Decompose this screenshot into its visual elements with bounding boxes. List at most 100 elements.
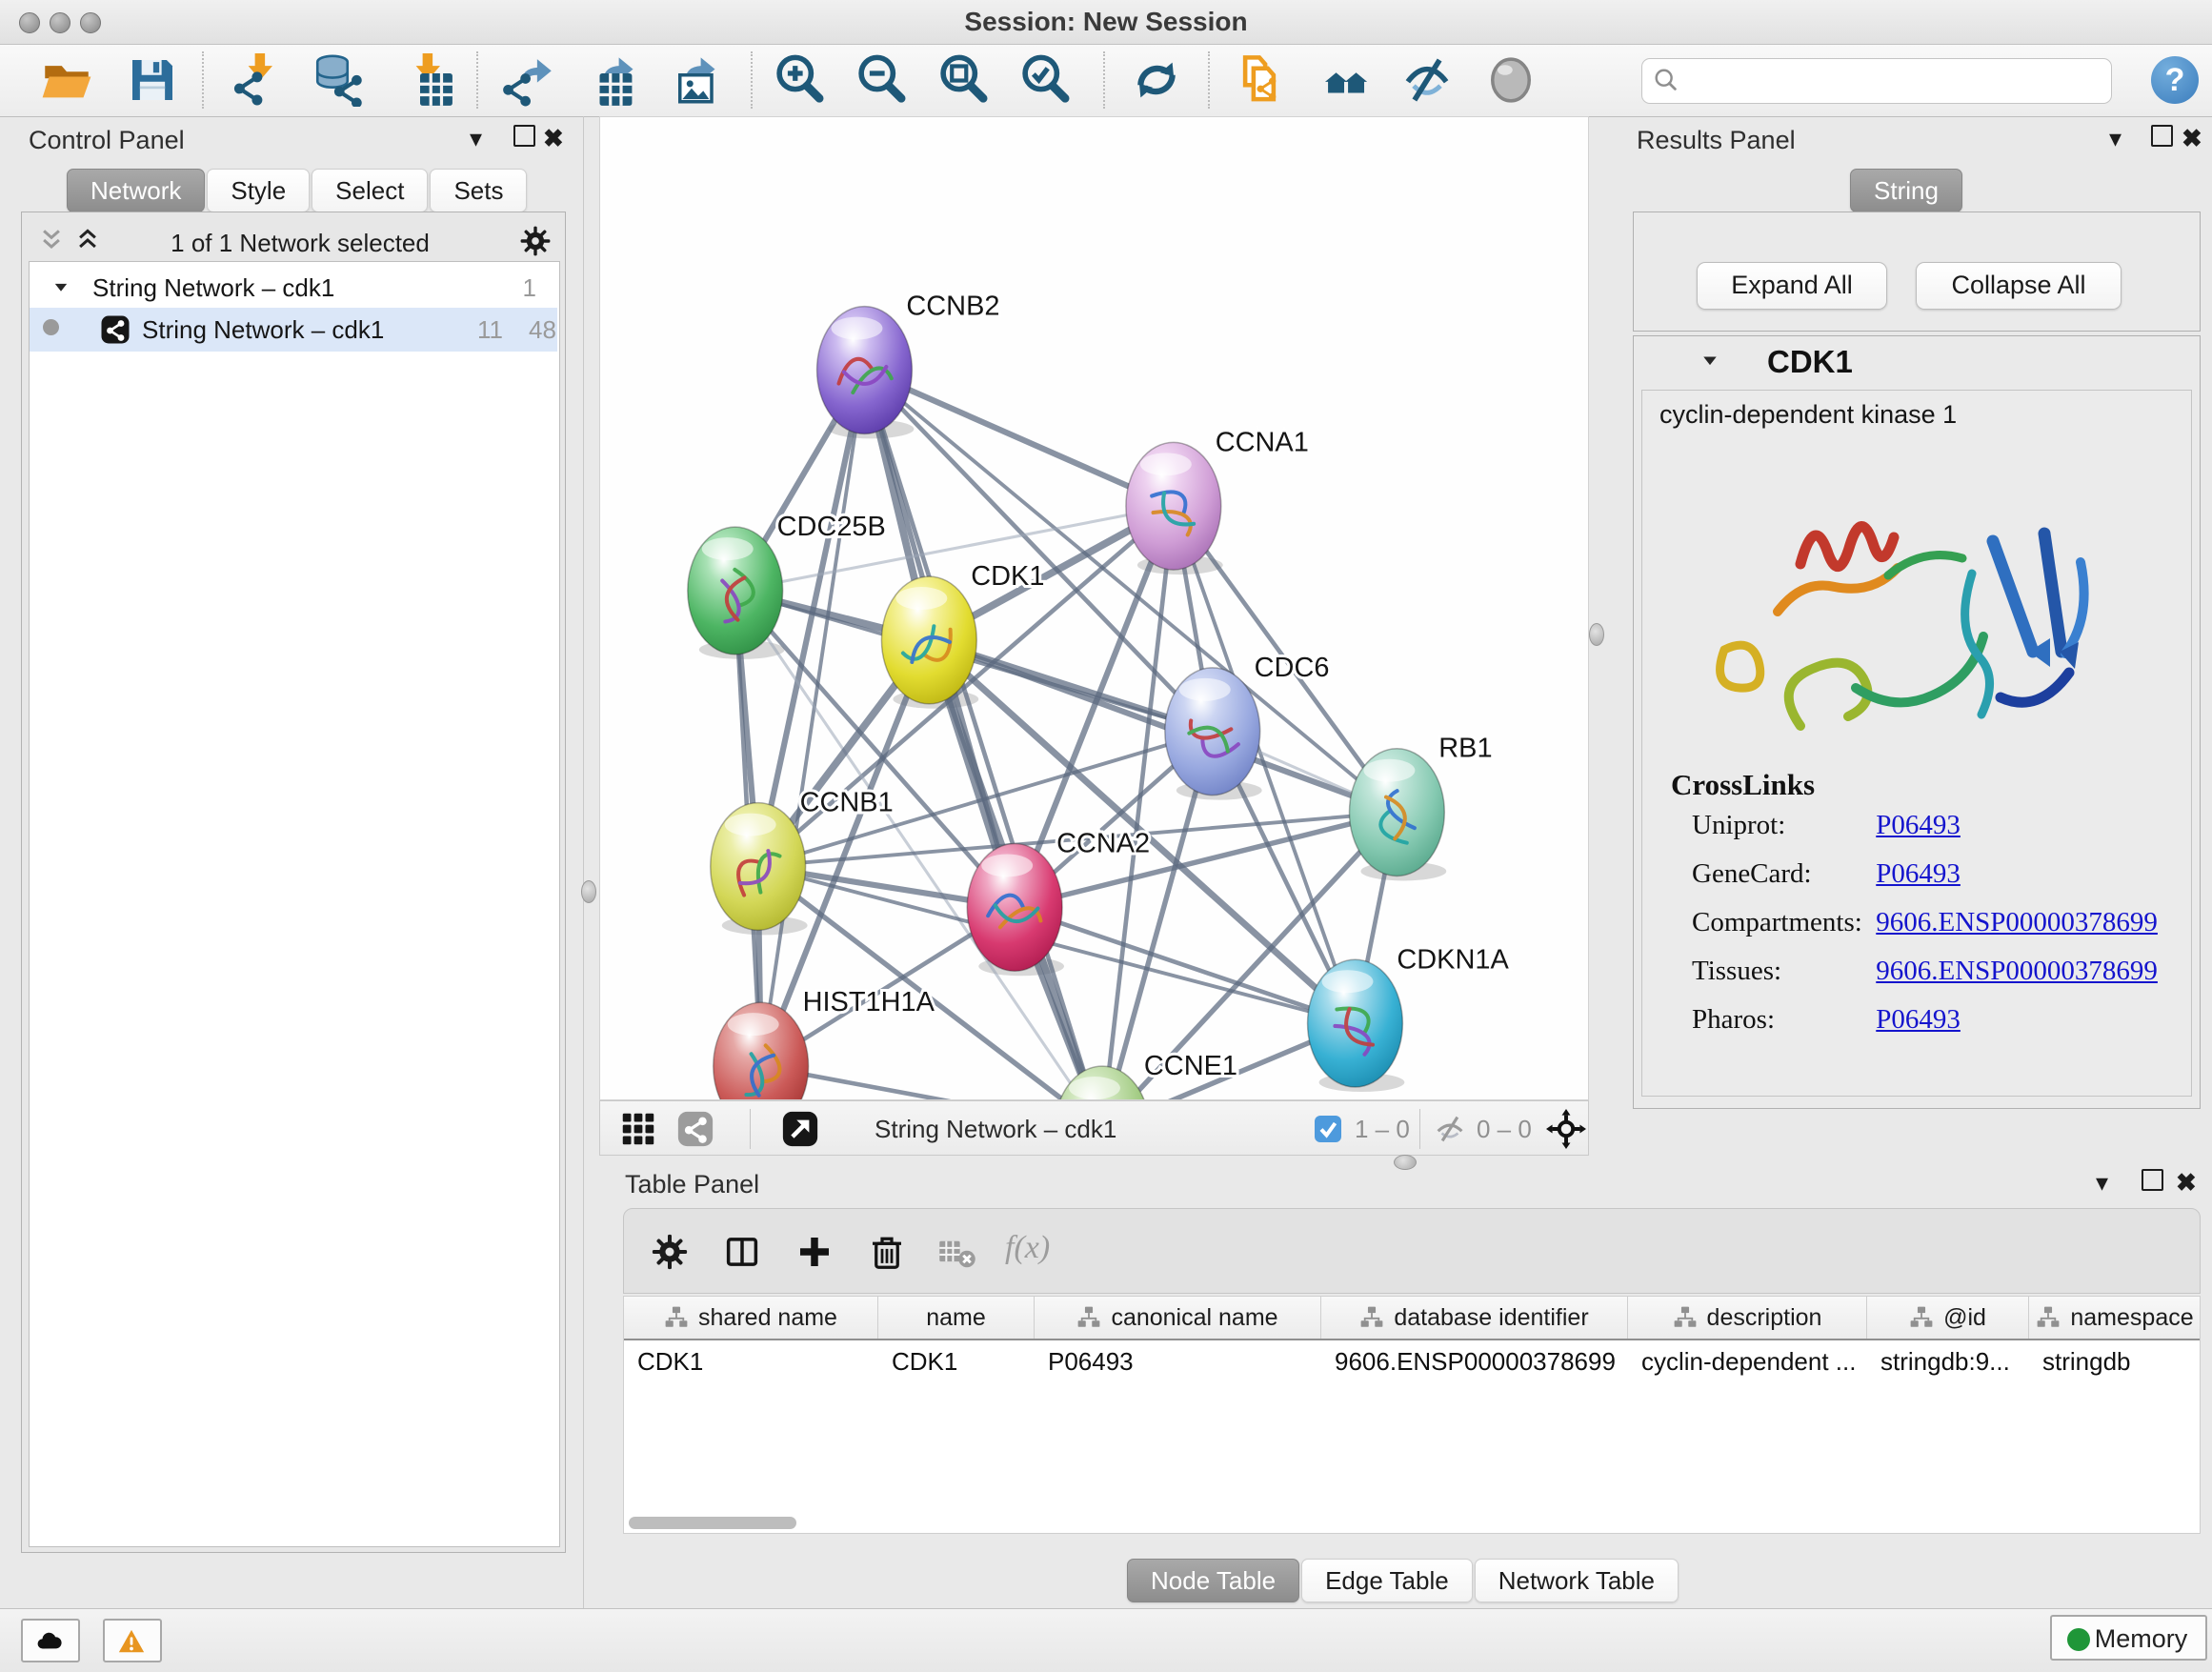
control-panel-menu-icon[interactable]: ▾ (470, 124, 482, 152)
toolbar-separator (202, 51, 204, 109)
results-panel-close-icon[interactable]: ✖ (2182, 124, 2202, 152)
network-graph[interactable]: CCNB2 CCNA1 CDC25B CDK1 (600, 117, 1588, 1099)
cloud-button[interactable] (21, 1619, 80, 1662)
show-column-button[interactable] (723, 1233, 761, 1271)
divider (1419, 1109, 1420, 1149)
cell[interactable]: cyclin-dependent ... (1628, 1340, 1867, 1382)
hide-all-panels-button[interactable] (1400, 53, 1454, 107)
network-options-gear-icon[interactable] (519, 225, 552, 257)
tab-string[interactable]: String (1850, 169, 1962, 212)
column-header-description[interactable]: description (1628, 1297, 1867, 1339)
clone-network-button[interactable] (1233, 53, 1286, 107)
cell[interactable]: CDK1 (878, 1340, 1035, 1382)
crosslink-label: Tissues: (1692, 956, 1869, 987)
export-table-button[interactable] (583, 53, 636, 107)
crosslink-value-link[interactable]: P06493 (1876, 810, 1961, 840)
cell[interactable]: 9606.ENSP00000378699 (1321, 1340, 1628, 1382)
detach-view-icon[interactable] (781, 1110, 819, 1148)
table-panel-float-icon[interactable] (2142, 1168, 2163, 1197)
export-image-button[interactable] (665, 53, 718, 107)
table-panel-menu-icon[interactable]: ▾ (2096, 1168, 2108, 1197)
import-table-from-file-button[interactable] (400, 53, 453, 107)
vertical-splitter-handle[interactable] (1589, 623, 1604, 646)
zoom-fit-content-button[interactable] (937, 53, 991, 107)
column-header-canonical-name[interactable]: canonical name (1035, 1297, 1321, 1339)
cell[interactable]: stringdb (2029, 1340, 2201, 1382)
collapse-all-networks-icon[interactable] (38, 227, 65, 253)
expand-all-networks-icon[interactable] (74, 227, 101, 253)
network-collection-row[interactable]: String Network – cdk1 1 (30, 268, 557, 308)
selected-items-checkbox-icon[interactable] (1313, 1114, 1343, 1144)
memory-button[interactable]: Memory (2050, 1615, 2207, 1661)
help-button[interactable]: ? (2151, 56, 2199, 104)
apply-preferred-layout-button[interactable] (1130, 53, 1183, 107)
table-tabs: Node TableEdge TableNetwork Table (1127, 1559, 1680, 1602)
zoom-selected-button[interactable] (1019, 53, 1073, 107)
table-horizontal-scrollbar[interactable] (629, 1517, 796, 1529)
save-session-button[interactable] (126, 53, 179, 107)
cell[interactable]: CDK1 (624, 1340, 878, 1382)
delete-table-button[interactable] (938, 1233, 976, 1271)
tab-edge-table[interactable]: Edge Table (1301, 1559, 1473, 1602)
tab-style[interactable]: Style (207, 169, 310, 212)
zoom-in-button[interactable] (774, 53, 827, 107)
gene-description: cyclin-dependent kinase 1 (1659, 400, 1957, 430)
control-panel-close-icon[interactable]: ✖ (543, 124, 564, 152)
import-network-from-database-button[interactable] (312, 53, 366, 107)
gene-section-caret-icon[interactable] (1699, 350, 1721, 373)
zoom-out-button[interactable] (855, 53, 909, 107)
network-canvas[interactable]: CCNB2 CCNA1 CDC25B CDK1 (599, 116, 1589, 1100)
crosslink-row: Pharos: P06493 (1692, 1004, 2168, 1036)
hidden-items-icon[interactable] (1433, 1112, 1467, 1146)
cell[interactable]: P06493 (1035, 1340, 1321, 1382)
show-starter-panel-button[interactable] (1318, 53, 1372, 107)
tab-sets[interactable]: Sets (430, 169, 527, 212)
results-panel-float-icon[interactable] (2151, 124, 2173, 152)
export-network-button[interactable] (503, 53, 556, 107)
column-label: canonical name (1111, 1304, 1277, 1332)
fit-selected-icon[interactable] (1546, 1109, 1586, 1149)
network-label: String Network – cdk1 (142, 315, 384, 345)
results-panel-menu-icon[interactable]: ▾ (2109, 124, 2122, 152)
node-label: CCNA2 (1056, 829, 1150, 859)
toolbar-separator (1103, 51, 1105, 109)
control-panel-float-icon[interactable] (513, 124, 535, 152)
toolbar-separator (1208, 51, 1210, 109)
crosslink-value-link[interactable]: P06493 (1876, 1004, 1961, 1035)
crosslink-row: GeneCard: P06493 (1692, 858, 2168, 890)
delete-column-button[interactable] (868, 1233, 906, 1271)
crosslink-value-link[interactable]: P06493 (1876, 858, 1961, 889)
column-type-icon (1076, 1305, 1101, 1330)
table-row[interactable]: CDK1CDK1P064939606.ENSP00000378699cyclin… (624, 1340, 2200, 1382)
column-header-database-identifier[interactable]: database identifier (1321, 1297, 1628, 1339)
birds-eye-view-icon[interactable] (619, 1110, 657, 1148)
column-header-@id[interactable]: @id (1867, 1297, 2029, 1339)
tab-select[interactable]: Select (312, 169, 428, 212)
show-all-panels-button[interactable] (1484, 53, 1538, 107)
column-header-shared-name[interactable]: shared name (624, 1297, 878, 1339)
collapse-all-button[interactable]: Collapse All (1916, 262, 2122, 310)
vertical-splitter-handle[interactable] (581, 880, 596, 903)
create-column-button[interactable] (795, 1233, 834, 1271)
expand-all-button[interactable]: Expand All (1697, 262, 1887, 310)
horizontal-splitter-handle[interactable] (1394, 1155, 1417, 1170)
tab-network-table[interactable]: Network Table (1475, 1559, 1679, 1602)
open-session-button[interactable] (40, 53, 93, 107)
network-row[interactable]: String Network – cdk1 11 48 (30, 308, 557, 352)
search-input[interactable] (1688, 61, 2101, 101)
cell[interactable]: stringdb:9... (1867, 1340, 2029, 1382)
import-network-from-file-button[interactable] (232, 53, 286, 107)
collection-count: 1 (523, 273, 536, 303)
column-header-namespace[interactable]: namespace (2029, 1297, 2201, 1339)
crosslink-value-link[interactable]: 9606.ENSP00000378699 (1876, 956, 2158, 986)
column-header-name[interactable]: name (878, 1297, 1035, 1339)
node-label: CCNB2 (906, 292, 999, 322)
search-field[interactable] (1641, 58, 2112, 104)
table-settings-button[interactable] (651, 1233, 689, 1271)
tab-network[interactable]: Network (67, 169, 205, 212)
collection-caret-icon[interactable] (50, 277, 71, 298)
table-panel-close-icon[interactable]: ✖ (2176, 1168, 2197, 1197)
tab-node-table[interactable]: Node Table (1127, 1559, 1299, 1602)
warnings-button[interactable] (103, 1619, 162, 1662)
crosslink-value-link[interactable]: 9606.ENSP00000378699 (1876, 907, 2158, 937)
